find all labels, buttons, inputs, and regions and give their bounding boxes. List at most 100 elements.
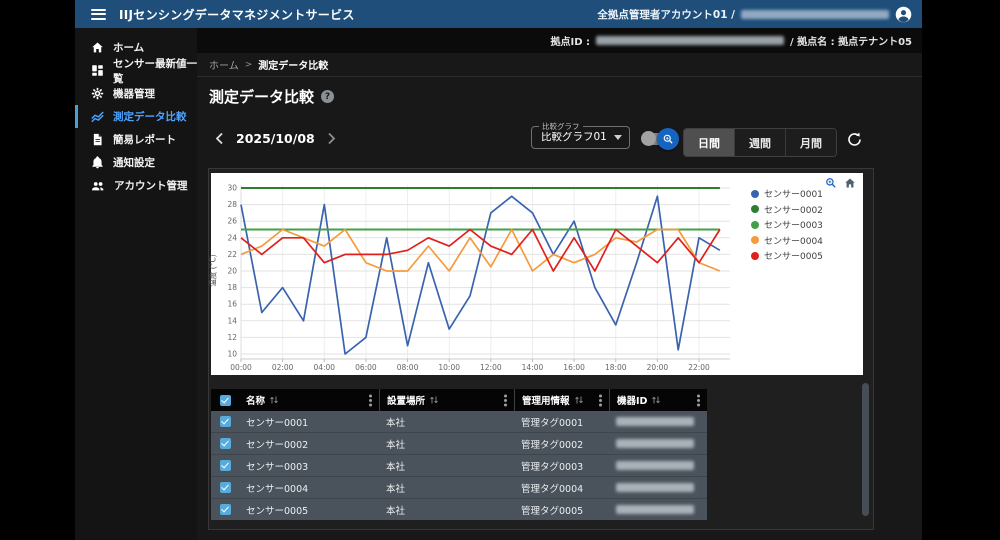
sidebar-item-notification-settings[interactable]: 通知設定 [75, 151, 197, 174]
cell-location: 本社 [379, 499, 514, 520]
page-title: 測定データ比較 ? [209, 86, 334, 107]
help-icon[interactable]: ? [321, 90, 334, 103]
svg-text:30: 30 [227, 184, 237, 193]
comparison-chart: 温度 (°C) 101214161820222426283000:0002:00… [211, 173, 863, 375]
sidebar-item-sensor-latest[interactable]: センサー最新値一覧 [75, 59, 197, 82]
sidebar-item-simple-report[interactable]: 簡易レポート [75, 128, 197, 151]
sidebar-item-account-management[interactable]: アカウント管理 [75, 174, 197, 197]
next-day-button[interactable] [327, 132, 336, 145]
column-menu-icon[interactable] [504, 399, 507, 402]
sort-icon[interactable] [574, 395, 584, 405]
cell-location: 本社 [379, 477, 514, 498]
header-name: 名称 [239, 389, 379, 411]
svg-text:14: 14 [227, 316, 237, 325]
sidebar-item-label: センサー最新値一覧 [113, 56, 197, 86]
row-checkbox[interactable] [220, 504, 231, 515]
breadcrumb-home[interactable]: ホーム [209, 57, 239, 72]
table-row: センサー0001 本社 管理タグ0001 [211, 411, 707, 432]
sidebar-item-label: ホーム [113, 40, 144, 55]
cell-sensor-name: センサー0002 [239, 433, 379, 454]
column-menu-icon[interactable] [697, 399, 700, 402]
table-header-row: 名称 設置場所 管理用情報 機器ID [211, 389, 707, 411]
svg-text:08:00: 08:00 [397, 363, 419, 372]
svg-text:20: 20 [227, 267, 237, 276]
range-button-monthly[interactable]: 月間 [785, 129, 836, 156]
row-checkbox[interactable] [220, 460, 231, 471]
chart-toolbar [825, 177, 856, 189]
sidebar-item-label: 通知設定 [113, 155, 155, 170]
cell-sensor-name: センサー0001 [239, 411, 379, 432]
account-label: 全拠点管理者アカウント01 / [597, 7, 735, 22]
cell-sensor-name: センサー0005 [239, 499, 379, 520]
legend-item[interactable]: センサー0002 [751, 202, 823, 218]
svg-text:00:00: 00:00 [230, 363, 252, 372]
magnifier-thumb-icon [657, 128, 679, 150]
prev-day-button[interactable] [215, 132, 224, 145]
cell-tag: 管理タグ0003 [514, 455, 609, 476]
cell-tag: 管理タグ0001 [514, 411, 609, 432]
table-row: センサー0002 本社 管理タグ0002 [211, 432, 707, 454]
svg-text:28: 28 [227, 200, 237, 209]
cell-device-id [609, 411, 707, 432]
sort-icon[interactable] [269, 395, 279, 405]
top-app-bar: IIJセンシングデータマネジメントサービス 全拠点管理者アカウント01 / [75, 0, 922, 28]
svg-text:14:00: 14:00 [522, 363, 544, 372]
current-date: 2025/10/08 [236, 131, 315, 146]
row-checkbox[interactable] [220, 438, 231, 449]
refresh-icon [846, 131, 863, 148]
svg-text:26: 26 [227, 217, 237, 226]
table-row: センサー0005 本社 管理タグ0005 [211, 498, 707, 520]
sidebar-item-label: 測定データ比較 [113, 109, 187, 124]
legend-dot [751, 221, 759, 229]
chart-home-icon[interactable] [844, 177, 856, 189]
sort-icon[interactable] [651, 395, 661, 405]
svg-text:16:00: 16:00 [563, 363, 585, 372]
comparison-graph-select[interactable]: 比較グラフ 比較グラフ01 [531, 126, 630, 149]
app-window: IIJセンシングデータマネジメントサービス 全拠点管理者アカウント01 / 拠点… [75, 0, 922, 540]
range-button-weekly[interactable]: 週間 [734, 129, 785, 156]
svg-text:18:00: 18:00 [605, 363, 627, 372]
sidebar-nav: ホーム センサー最新値一覧 機器管理 測定データ比較 簡易レポート 通知設定 ア… [75, 28, 197, 540]
site-info-bar: 拠点ID : / 拠点名 : 拠点テナント05 [197, 28, 922, 53]
table-row: センサー0003 本社 管理タグ0003 [211, 454, 707, 476]
legend-label: センサー0005 [764, 249, 823, 262]
menu-icon[interactable] [91, 9, 106, 20]
cell-tag: 管理タグ0004 [514, 477, 609, 498]
vertical-scrollbar[interactable] [862, 383, 869, 516]
select-all-checkbox[interactable] [220, 395, 231, 406]
column-menu-icon[interactable] [369, 399, 372, 402]
svg-text:16: 16 [227, 300, 237, 309]
sidebar-item-data-comparison[interactable]: 測定データ比較 [75, 105, 197, 128]
masked-site-id [596, 36, 784, 45]
legend-dot [751, 205, 759, 213]
legend-item[interactable]: センサー0005 [751, 248, 823, 264]
cell-device-id [609, 455, 707, 476]
sidebar-item-label: 機器管理 [113, 86, 155, 101]
data-panel: 温度 (°C) 101214161820222426283000:0002:00… [208, 168, 874, 530]
svg-text:20:00: 20:00 [647, 363, 669, 372]
cell-location: 本社 [379, 455, 514, 476]
column-menu-icon[interactable] [599, 399, 602, 402]
refresh-button[interactable] [843, 128, 865, 150]
row-checkbox[interactable] [220, 482, 231, 493]
chart-legend: センサー0001 センサー0002 センサー0003 センサー0004 センサー… [751, 186, 823, 264]
chart-zoom-icon[interactable] [825, 177, 837, 189]
sidebar-item-label: アカウント管理 [114, 178, 188, 193]
zoom-toggle[interactable] [641, 128, 679, 150]
gear-icon [91, 87, 104, 100]
legend-label: センサー0001 [764, 187, 823, 200]
dashboard-icon [91, 64, 104, 77]
legend-item[interactable]: センサー0004 [751, 233, 823, 249]
range-button-daily[interactable]: 日間 [684, 129, 734, 156]
legend-dot [751, 236, 759, 244]
sort-icon[interactable] [429, 395, 439, 405]
svg-text:02:00: 02:00 [272, 363, 294, 372]
header-device-id: 機器ID [609, 389, 707, 411]
account-avatar-icon[interactable] [895, 6, 912, 23]
legend-item[interactable]: センサー0001 [751, 186, 823, 202]
row-checkbox[interactable] [220, 416, 231, 427]
cell-tag: 管理タグ0005 [514, 499, 609, 520]
app-title: IIJセンシングデータマネジメントサービス [119, 6, 355, 23]
sidebar-item-label: 簡易レポート [113, 132, 176, 147]
legend-item[interactable]: センサー0003 [751, 217, 823, 233]
